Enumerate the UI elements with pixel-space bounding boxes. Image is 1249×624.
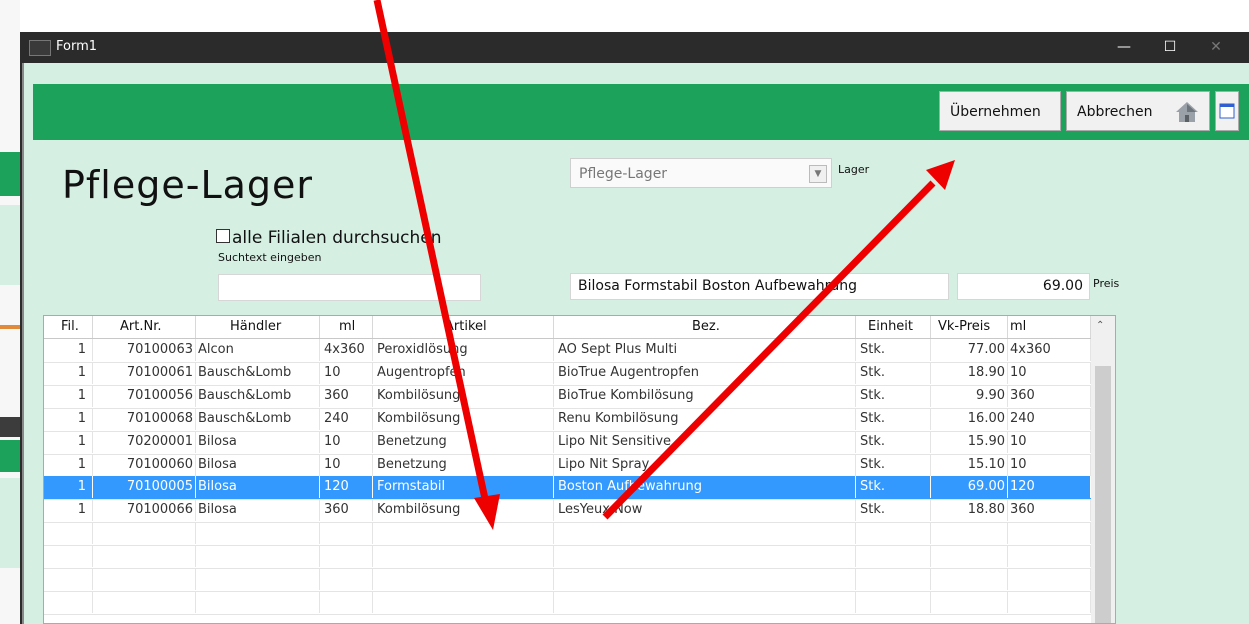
- arrow-down-line: [373, 0, 491, 509]
- arrow-down-head: [474, 494, 500, 530]
- arrow-up-line: [602, 180, 936, 520]
- annotation-arrows: [373, 0, 955, 530]
